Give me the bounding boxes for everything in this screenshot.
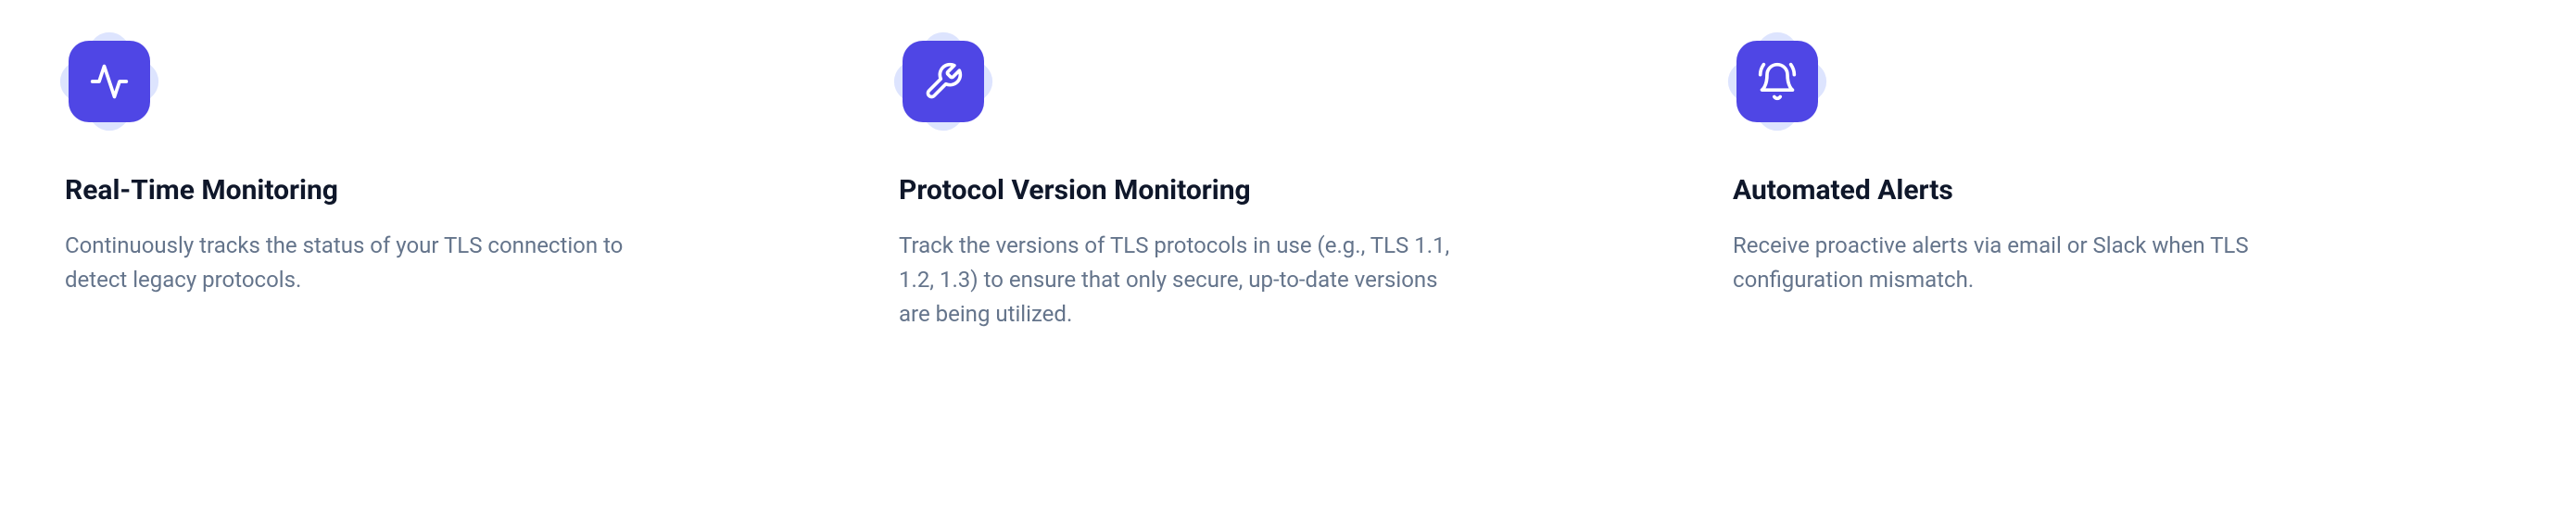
feature-title: Protocol Version Monitoring	[899, 172, 1251, 208]
feature-card-protocol: Protocol Version Monitoring Track the ve…	[899, 37, 1677, 332]
feature-title: Real-Time Monitoring	[65, 172, 338, 208]
features-container: Real-Time Monitoring Continuously tracks…	[65, 37, 2511, 332]
icon-wrapper	[1733, 37, 1822, 126]
wrench-icon	[903, 41, 984, 122]
bell-icon	[1736, 41, 1818, 122]
icon-wrapper	[899, 37, 988, 126]
activity-icon	[69, 41, 150, 122]
icon-wrapper	[65, 37, 154, 126]
feature-description: Continuously tracks the status of your T…	[65, 229, 639, 297]
feature-card-alerts: Automated Alerts Receive proactive alert…	[1733, 37, 2511, 332]
feature-title: Automated Alerts	[1733, 172, 1953, 208]
feature-card-realtime: Real-Time Monitoring Continuously tracks…	[65, 37, 843, 332]
feature-description: Receive proactive alerts via email or Sl…	[1733, 229, 2307, 297]
feature-description: Track the versions of TLS protocols in u…	[899, 229, 1473, 332]
